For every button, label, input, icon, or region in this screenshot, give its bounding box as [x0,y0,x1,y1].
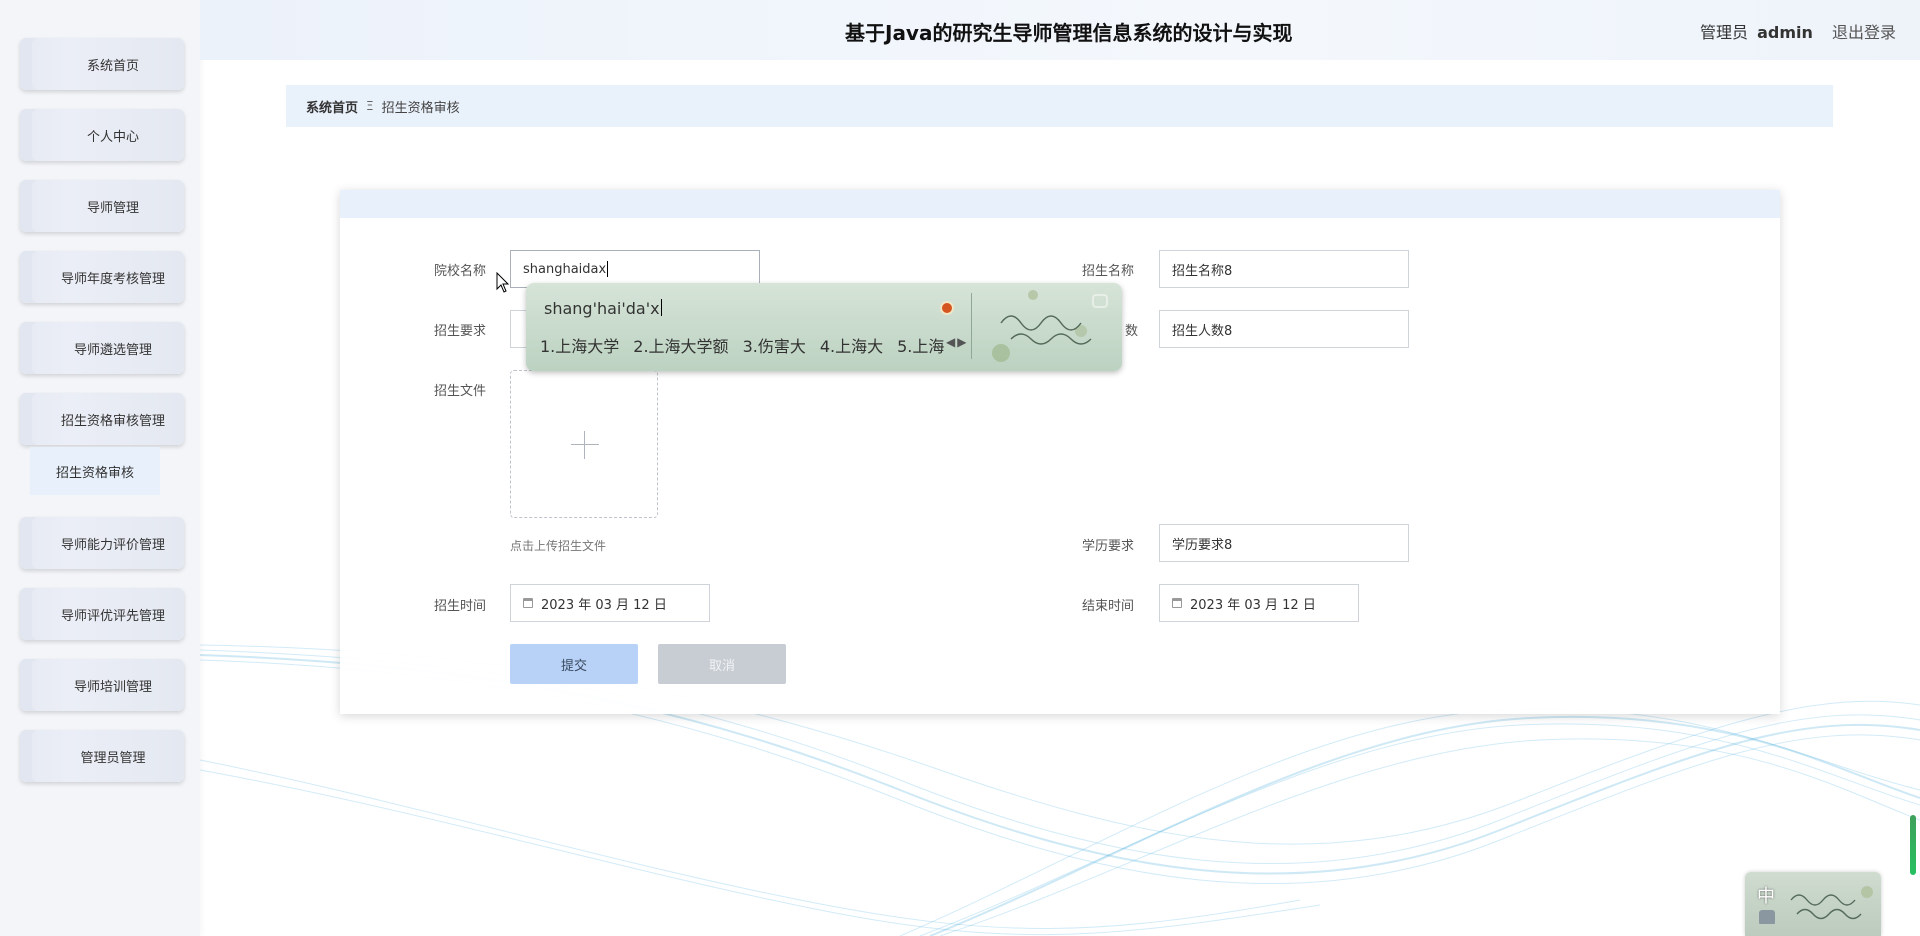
breadcrumb-current: 招生资格审核 [381,100,460,116]
end-date-picker[interactable]: 2023 年 03 月 12 日 [1159,584,1359,622]
user-name: admin [1757,23,1813,42]
sidebar-item-annual-assessment[interactable]: 导师年度考核管理 [20,251,184,303]
enroll-count-label: 数 [1125,324,1139,339]
cancel-button[interactable]: 取消 [658,644,786,684]
sidebar-item-label: 导师能力评价管理 [60,537,165,553]
mouse-cursor-icon [496,272,510,293]
upload-hint: 点击上传招生文件 [510,539,607,553]
page-title: 基于Java的研究生导师管理信息系统的设计与实现 [845,21,1293,45]
submenu-item-enrollment-review[interactable]: 招生资格审核 [30,447,160,495]
sidebar-item-label: 系统首页 [86,58,139,74]
start-time-label: 招生时间 [434,599,487,614]
top-header: 基于Java的研究生导师管理信息系统的设计与实现 管理员 admin 退出登录 [200,0,1920,60]
sidebar: 系统首页 个人中心 导师管理 导师年度考核管理 导师遴选管理 招生资格审核管理 … [0,0,200,936]
ime-candidate-window: shang'hai'da'x 1.上海大学 2.上海大学额 3.伤害大 4.上海… [526,283,1122,371]
breadcrumb: 系统首页 Ξ 招生资格审核 [286,85,1833,127]
sidebar-item-label: 导师评优评先管理 [60,608,165,624]
user-role: 管理员 [1699,23,1748,42]
school-name-value: shanghaidax [523,261,607,277]
submenu-item-label: 招生资格审核 [55,465,134,481]
start-date-picker[interactable]: 2023 年 03 月 12 日 [510,584,710,622]
ime-status-bar[interactable]: 中 [1745,872,1881,936]
enroll-count-value: 招生人数8 [1172,323,1233,339]
education-requirement-label: 学历要求 [1082,539,1135,554]
enroll-file-label: 招生文件 [434,384,487,399]
calendar-icon [1172,598,1182,608]
plus-icon [571,444,599,445]
enroll-name-value: 招生名称8 [1172,263,1233,279]
submit-button[interactable]: 提交 [510,644,638,684]
breadcrumb-home-link[interactable]: 系统首页 [306,97,358,116]
enrollment-form-card: 院校名称 shanghaidax 招生名称 招生名称8 招生要求 数 招生人数8… [340,190,1780,714]
ime-candidate[interactable]: 5.上海 [897,333,944,357]
sidebar-item-label: 导师年度考核管理 [60,271,165,287]
sidebar-item-personal-center[interactable]: 个人中心 [20,109,184,161]
sidebar-item-enrollment-review[interactable]: 招生资格审核管理 [20,393,184,445]
volume-indicator [1910,815,1916,875]
sidebar-item-excellence-awards[interactable]: 导师评优评先管理 [20,588,184,640]
sidebar-item-home[interactable]: 系统首页 [20,38,184,90]
sidebar-item-tutor-management[interactable]: 导师管理 [20,180,184,232]
ime-skin-decoration-icon [992,290,1108,362]
user-area: 管理员 admin 退出登录 [1700,19,1896,43]
enroll-name-label: 招生名称 [1082,264,1135,279]
sidebar-item-tutor-selection[interactable]: 导师遴选管理 [20,322,184,374]
ime-candidate[interactable]: 1.上海大学 [540,333,619,357]
ime-divider [971,293,972,359]
ime-candidate[interactable]: 3.伤害大 [743,333,806,357]
sidebar-item-label: 导师管理 [86,200,139,216]
start-date-value: 2023 年 03 月 12 日 [541,597,667,613]
text-caret [607,261,609,277]
enroll-count-input[interactable]: 招生人数8 [1159,310,1409,348]
sidebar-item-label: 导师遴选管理 [73,342,152,358]
breadcrumb-separator: Ξ [366,99,374,113]
sidebar-item-training[interactable]: 导师培训管理 [20,659,184,711]
file-upload-area[interactable] [510,370,658,518]
education-requirement-value: 学历要求8 [1172,537,1233,553]
sidebar-item-label: 招生资格审核管理 [60,413,165,429]
ime-caret [660,299,662,316]
card-header-bar [340,190,1780,218]
logout-button[interactable]: 退出登录 [1832,23,1896,42]
ime-mode-indicator[interactable]: 中 [1757,882,1775,908]
enroll-name-input[interactable]: 招生名称8 [1159,250,1409,288]
ime-skin-icon[interactable] [1759,910,1775,924]
ime-candidate[interactable]: 2.上海大学额 [633,333,728,357]
sidebar-item-ability-evaluation[interactable]: 导师能力评价管理 [20,517,184,569]
enroll-requirement-label: 招生要求 [434,324,487,339]
plus-icon-vertical [584,431,585,459]
sidebar-item-label: 导师培训管理 [73,679,152,695]
ime-page-arrows-icon[interactable]: ◀▶ [946,335,968,349]
ime-candidate-list: 1.上海大学 2.上海大学额 3.伤害大 4.上海大 5.上海 [540,333,944,357]
end-time-label: 结束时间 [1082,599,1135,614]
ime-logo-icon[interactable] [940,301,954,315]
sidebar-item-admin-management[interactable]: 管理员管理 [20,730,184,782]
sidebar-item-label: 管理员管理 [80,750,146,766]
ime-composition-value: shang'hai'da'x [544,299,660,318]
calendar-icon [523,598,533,608]
education-requirement-input[interactable]: 学历要求8 [1159,524,1409,562]
end-date-value: 2023 年 03 月 12 日 [1190,597,1316,613]
ime-candidate[interactable]: 4.上海大 [820,333,883,357]
sidebar-item-label: 个人中心 [86,129,139,145]
ime-status-decoration-icon [1790,886,1873,920]
ime-composition-text: shang'hai'da'x [544,299,662,318]
school-name-label: 院校名称 [434,264,487,279]
